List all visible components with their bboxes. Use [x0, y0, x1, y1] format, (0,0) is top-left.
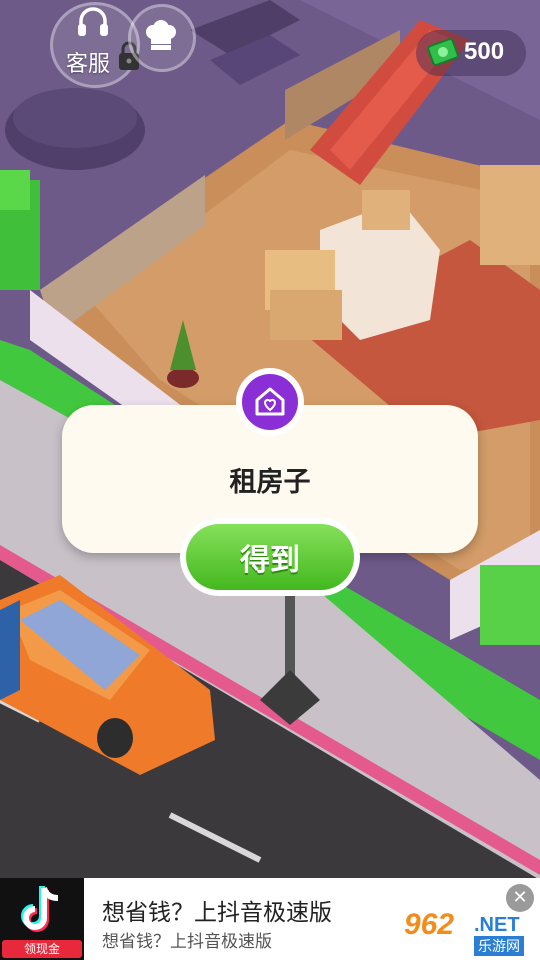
ad-badge: 领现金 [2, 940, 82, 958]
cash-icon [427, 38, 459, 66]
dialog-title: 租房子 [229, 467, 311, 498]
cash-amount: 500 [464, 38, 505, 65]
house-heart-icon [255, 387, 285, 416]
watermark-site: 乐游网 [474, 936, 524, 956]
watermark-number: 962 [404, 908, 455, 941]
ad-subtitle[interactable]: 想省钱？上抖音极速版 [102, 927, 272, 952]
watermark-suffix: .NET [474, 914, 520, 936]
close-icon[interactable]: ✕ [506, 884, 534, 912]
tiktok-logo-icon [21, 886, 59, 932]
ad-title[interactable]: 想省钱？上抖音极速版 [102, 893, 332, 927]
get-button[interactable]: 得到 [186, 524, 354, 590]
customer-service-label: 客服 [66, 52, 111, 77]
chef-hat-icon [146, 20, 176, 50]
headset-icon [78, 7, 108, 36]
